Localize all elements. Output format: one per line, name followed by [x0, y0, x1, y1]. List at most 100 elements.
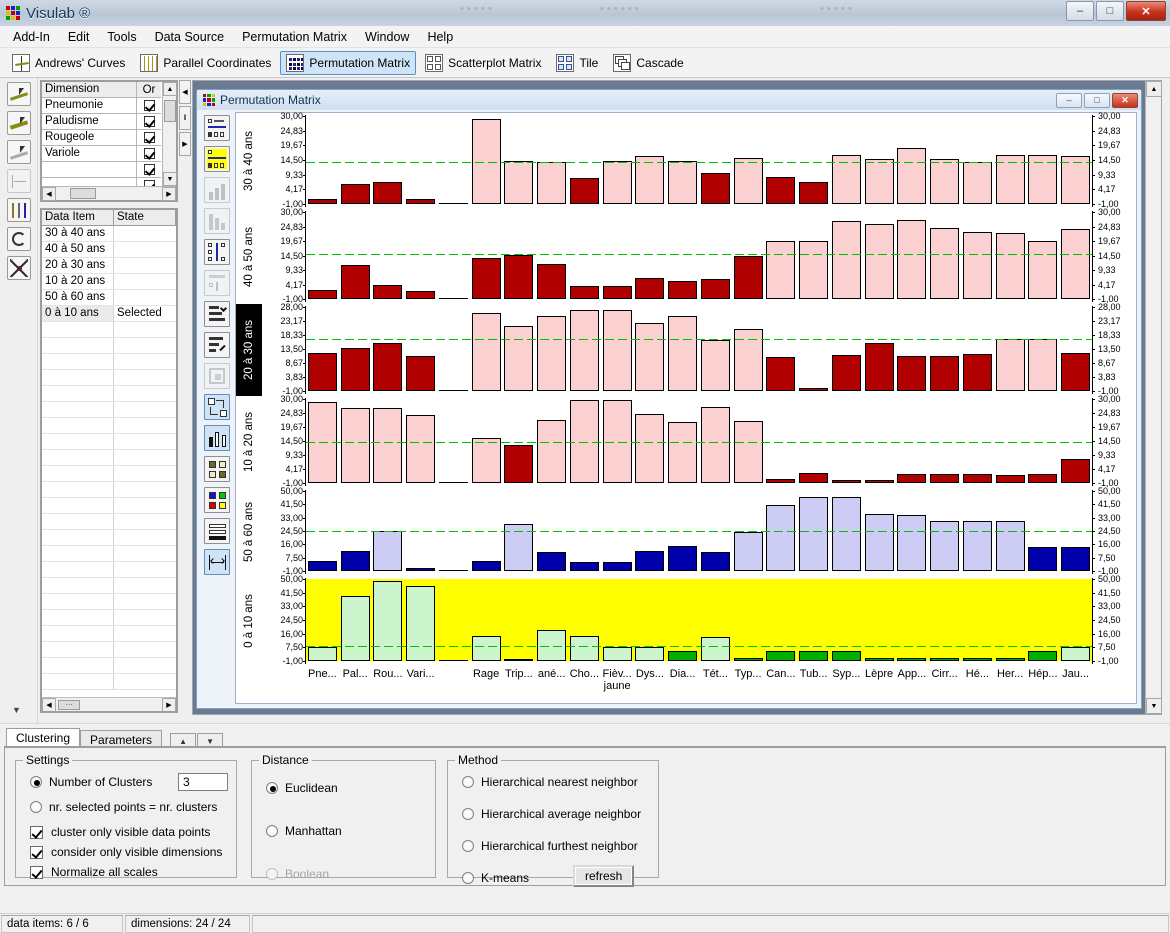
reorder-columns-icon[interactable]: [204, 115, 230, 141]
chart-bar[interactable]: [635, 646, 665, 661]
chart-plot-area[interactable]: [306, 399, 1092, 483]
chart-bar[interactable]: [537, 315, 567, 391]
table-row[interactable]: [42, 162, 161, 178]
scroll-right-icon[interactable]: ▶: [162, 698, 176, 711]
chart-bar[interactable]: [930, 520, 960, 571]
toolbar-scatterplot-matrix[interactable]: Scatterplot Matrix: [419, 51, 547, 75]
chart-bar[interactable]: [602, 310, 632, 391]
method-hierarchical-nearest-radio[interactable]: Hierarchical nearest neighbor: [462, 775, 638, 789]
menu-edit[interactable]: Edit: [60, 28, 98, 46]
dimension-checkbox[interactable]: [137, 114, 161, 129]
chart-bar[interactable]: [733, 657, 763, 661]
chart-bar[interactable]: [864, 513, 894, 571]
chart-row-6[interactable]: 0 à 10 ans 50,00 41,50 33,00 24,50 16,00 7,50 -…: [236, 574, 1136, 666]
chart-bar[interactable]: [864, 342, 894, 391]
scroll-down-icon[interactable]: ▼: [163, 172, 177, 186]
chart-bar[interactable]: [307, 353, 337, 391]
chart-bar[interactable]: [766, 176, 796, 204]
histogram-icon[interactable]: [204, 425, 230, 451]
dimension-horizontal-scrollbar[interactable]: ◀ ▶: [42, 186, 176, 201]
chart-bar[interactable]: [373, 580, 403, 661]
chart-row-1[interactable]: 30 à 40 ans 30,00 24,83 19,67 14,50 9,33 4,17-…: [236, 111, 1136, 209]
fit-to-window-icon[interactable]: [204, 363, 230, 389]
reorder-columns-highlight-icon[interactable]: [204, 146, 230, 172]
close-button[interactable]: ✕: [1126, 1, 1166, 21]
chart-bar[interactable]: [700, 407, 730, 483]
dimension-checkbox[interactable]: [137, 178, 161, 186]
chart-bar[interactable]: [733, 531, 763, 571]
chart-bar[interactable]: [897, 657, 927, 661]
chart-bar[interactable]: [569, 562, 599, 571]
chart-bar[interactable]: [799, 473, 829, 483]
chart-bar[interactable]: [537, 161, 567, 204]
dimension-checkbox[interactable]: [137, 98, 161, 113]
chart-bar[interactable]: [340, 265, 370, 299]
chart-bar[interactable]: [1061, 458, 1091, 483]
list-item[interactable]: 0 à 10 ans Selected: [42, 306, 176, 322]
menu-window[interactable]: Window: [357, 28, 417, 46]
chart-bar[interactable]: [799, 241, 829, 299]
chart-row-label[interactable]: 40 à 50 ans: [236, 209, 262, 304]
chart-bar[interactable]: [700, 172, 730, 204]
chart-bar[interactable]: [340, 595, 370, 661]
chart-bar[interactable]: [1028, 650, 1058, 661]
chart-bar[interactable]: [340, 347, 370, 391]
menu-help[interactable]: Help: [419, 28, 461, 46]
chart-bar[interactable]: [537, 419, 567, 483]
mdi-vertical-scrollbar[interactable]: ▲ ▼: [1145, 81, 1162, 714]
chart-bar[interactable]: [307, 290, 337, 299]
scroll-up-icon[interactable]: ▲: [1146, 81, 1162, 97]
chart-bar[interactable]: [340, 551, 370, 571]
chart-bar[interactable]: [373, 343, 403, 391]
chart-plot-area[interactable]: [306, 491, 1092, 571]
chart-bar[interactable]: [602, 285, 632, 299]
scrollbar-thumb[interactable]: ⋯: [58, 700, 80, 710]
chart-bar[interactable]: [471, 312, 501, 391]
panel-grip-icon[interactable]: ‖: [179, 106, 191, 130]
chart-bar[interactable]: [373, 530, 403, 571]
checker-colors-icon[interactable]: [204, 456, 230, 482]
chart-bar[interactable]: [569, 310, 599, 391]
swap-icon[interactable]: [204, 394, 230, 420]
chart-bar[interactable]: [406, 198, 436, 204]
chart-bar[interactable]: [1028, 338, 1058, 391]
list-item[interactable]: 20 à 30 ans: [42, 258, 176, 274]
chart-bar[interactable]: [307, 646, 337, 661]
bar-chart-icon[interactable]: [204, 177, 230, 203]
stacked-bars-icon[interactable]: [204, 518, 230, 544]
chart-bar[interactable]: [537, 263, 567, 299]
edit-list-icon[interactable]: [204, 332, 230, 358]
chart-bar[interactable]: [668, 315, 698, 391]
chart-bar[interactable]: [602, 561, 632, 571]
scroll-right-icon[interactable]: ▶: [162, 186, 176, 201]
list-item[interactable]: 30 à 40 ans: [42, 226, 176, 242]
indent-tool[interactable]: [6, 169, 31, 193]
chart-bar[interactable]: [700, 552, 730, 571]
chart-bar[interactable]: [766, 479, 796, 483]
chart-row-5[interactable]: 50 à 60 ans 50,00 41,50 33,00 24,50 16,00 7,50…: [236, 486, 1136, 576]
menu-data-source[interactable]: Data Source: [147, 28, 232, 46]
chart-bar[interactable]: [930, 228, 960, 299]
chart-row-2[interactable]: 40 à 50 ans 30,00 24,83 19,67 14,50 9,33 4,17-…: [236, 207, 1136, 304]
list-item[interactable]: 40 à 50 ans: [42, 242, 176, 258]
chart-bar[interactable]: [569, 636, 599, 661]
chart-bar[interactable]: [471, 438, 501, 483]
chart-bar[interactable]: [1061, 352, 1091, 391]
chart-bar[interactable]: [668, 161, 698, 204]
toolbar-cascade[interactable]: Cascade: [607, 51, 689, 75]
chart-bar[interactable]: [995, 474, 1025, 483]
chart-bar[interactable]: [438, 298, 468, 299]
chart-plot-area[interactable]: [306, 579, 1092, 661]
chart-bar[interactable]: [766, 650, 796, 661]
chart-bar[interactable]: [438, 660, 468, 661]
toolbar-parallel-coordinates[interactable]: Parallel Coordinates: [134, 51, 277, 75]
chart-bar[interactable]: [1061, 156, 1091, 204]
toolbar-andrews-curves[interactable]: Andrews' Curves: [6, 51, 131, 75]
scroll-up-icon[interactable]: ▲: [163, 82, 177, 96]
chart-bar[interactable]: [504, 255, 534, 299]
chart-row-label[interactable]: 20 à 30 ans: [236, 304, 262, 396]
chart-row-label[interactable]: 10 à 20 ans: [236, 396, 262, 488]
data-item-horizontal-scrollbar[interactable]: ◀ ⋯ ▶: [42, 697, 176, 711]
collapse-points-tool[interactable]: [6, 256, 31, 280]
chart-bar[interactable]: [635, 323, 665, 391]
